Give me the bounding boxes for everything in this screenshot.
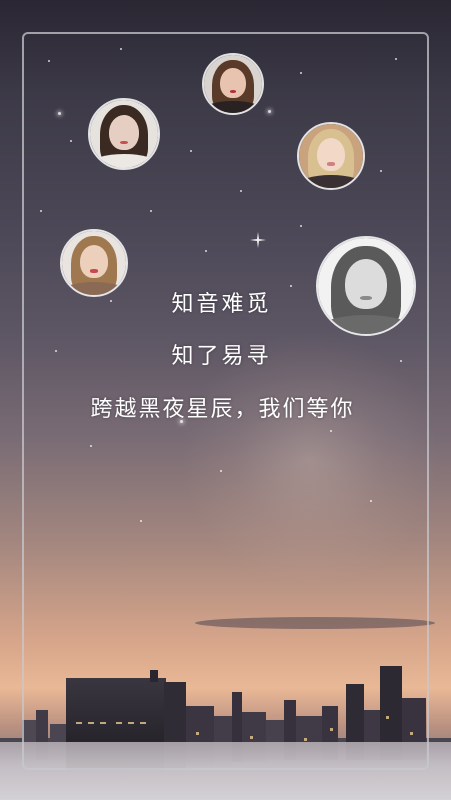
glass-frame: [22, 32, 429, 770]
splash-screen: 知音难觅 知了易寻 跨越黑夜星辰，我们等你: [0, 0, 451, 800]
